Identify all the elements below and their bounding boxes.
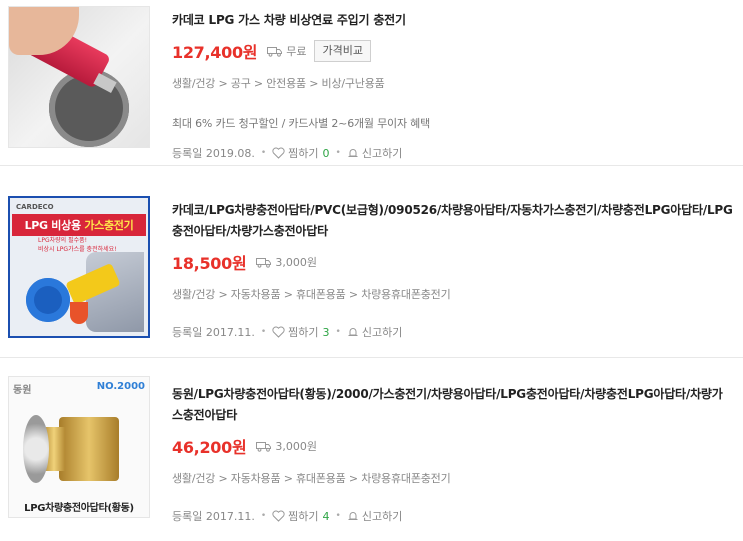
product-info: 카데코/LPG차량충전아답타/PVC(보급형)/090526/차량용아답타/자동… [172, 200, 733, 340]
product-price: 46,200원 [172, 438, 247, 457]
bell-icon[interactable] [347, 510, 359, 522]
price-row: 18,500원 3,000원 [172, 250, 733, 274]
heart-icon[interactable] [272, 510, 285, 522]
separator: • [260, 511, 267, 521]
category-path[interactable]: 생활/건강 > 자동차용품 > 휴대폰용품 > 차량용휴대폰충전기 [172, 470, 733, 486]
bell-icon[interactable] [347, 326, 359, 338]
separator: • [260, 327, 267, 337]
shipping-info: 3,000원 [256, 438, 317, 454]
separator: • [335, 511, 341, 521]
wish-button[interactable]: 찜하기 [288, 324, 318, 340]
product-price: 127,400원 [172, 43, 258, 62]
product-meta: 등록일 2017.11. • 찜하기 4 • 신고하기 [172, 508, 733, 524]
product-title[interactable]: 동원/LPG차량충전아답타(황동)/2000/가스충전기/차량용아답타/LPG충… [172, 384, 733, 426]
brand-logo: 동원 [13, 385, 32, 396]
truck-icon [267, 46, 283, 57]
truck-icon [256, 441, 272, 452]
wish-button[interactable]: 찜하기 [288, 145, 318, 161]
report-button[interactable]: 신고하기 [362, 324, 402, 340]
thumbnail-caption: LPG차량충전아답타(황동) [24, 503, 134, 514]
separator: • [260, 148, 267, 158]
model-number: NO.2000 [96, 381, 145, 392]
wish-button[interactable]: 찜하기 [288, 508, 318, 524]
price-row: 127,400원 무료 가격비교 [172, 39, 733, 63]
product-info: 카데코 LPG 가스 차량 비상연료 주입기 충전기 127,400원 무료 가… [172, 10, 733, 161]
product-info: 동원/LPG차량충전아답타(황동)/2000/가스충전기/차량용아답타/LPG충… [172, 384, 733, 524]
product-meta: 등록일 2017.11. • 찜하기 3 • 신고하기 [172, 324, 733, 340]
adapter-blue-image [26, 278, 70, 322]
heart-icon[interactable] [272, 147, 285, 159]
separator: • [335, 148, 341, 158]
bell-icon[interactable] [347, 147, 359, 159]
product-title[interactable]: 카데코/LPG차량충전아답타/PVC(보급형)/090526/차량용아답타/자동… [172, 200, 733, 242]
card-benefit: 최대 6% 카드 청구할인 / 카드사별 2~6개월 무이자 혜택 [172, 117, 431, 130]
category-path[interactable]: 생활/건강 > 자동차용품 > 휴대폰용품 > 차량용휴대폰충전기 [172, 286, 733, 302]
thumbnail-title-white: LPG 비상용 [24, 219, 85, 232]
wish-count: 4 [322, 509, 330, 523]
product-thumbnail[interactable] [8, 6, 150, 148]
registered-date: 등록일 2017.11. [172, 510, 255, 523]
thumbnail-title-yellow: 가스충전기 [84, 219, 134, 232]
product-meta: 등록일 2019.08. • 찜하기 0 • 신고하기 [172, 145, 733, 161]
price-row: 46,200원 3,000원 [172, 434, 733, 458]
separator: • [335, 327, 341, 337]
truck-icon [256, 257, 272, 268]
brass-adapter-image [59, 417, 119, 481]
thumbnail-subtitle-line: LPG차량의 필수품! [38, 237, 88, 244]
shipping-fee: 3,000원 [275, 256, 317, 269]
product-thumbnail[interactable]: CARDECO LPG 비상용 가스충전기 LPG차량의 필수품! 비상시 LP… [8, 196, 150, 338]
product-price: 18,500원 [172, 254, 247, 273]
adapter-face-image [23, 415, 49, 483]
category-path[interactable]: 생활/건강 > 공구 > 안전용품 > 비상/구난용품 [172, 75, 733, 91]
price-compare-button[interactable]: 가격비교 [314, 40, 371, 62]
registered-date: 등록일 2019.08. [172, 147, 255, 160]
thumbnail-title: LPG 비상용 가스충전기 [12, 214, 146, 236]
shipping-info: 무료 [267, 43, 306, 59]
registered-date: 등록일 2017.11. [172, 326, 255, 339]
shipping-info: 3,000원 [256, 254, 317, 270]
shipping-fee: 무료 [286, 45, 307, 58]
shipping-fee: 3,000원 [275, 440, 317, 453]
product-item: 카데코 LPG 가스 차량 비상연료 주입기 충전기 127,400원 무료 가… [0, 0, 743, 166]
product-item: CARDECO LPG 비상용 가스충전기 LPG차량의 필수품! 비상시 LP… [0, 178, 743, 358]
adapter-red-image [70, 302, 88, 324]
brand-logo: CARDECO [16, 203, 54, 211]
report-button[interactable]: 신고하기 [362, 145, 402, 161]
wish-count: 0 [322, 146, 330, 160]
report-button[interactable]: 신고하기 [362, 508, 402, 524]
product-item: 동원 NO.2000 LPG차량충전아답타(황동) 동원/LPG차량충전아답타(… [0, 370, 743, 541]
heart-icon[interactable] [272, 326, 285, 338]
wish-count: 3 [322, 325, 330, 339]
product-title[interactable]: 카데코 LPG 가스 차량 비상연료 주입기 충전기 [172, 10, 733, 31]
product-thumbnail[interactable]: 동원 NO.2000 LPG차량충전아답타(황동) [8, 376, 150, 518]
